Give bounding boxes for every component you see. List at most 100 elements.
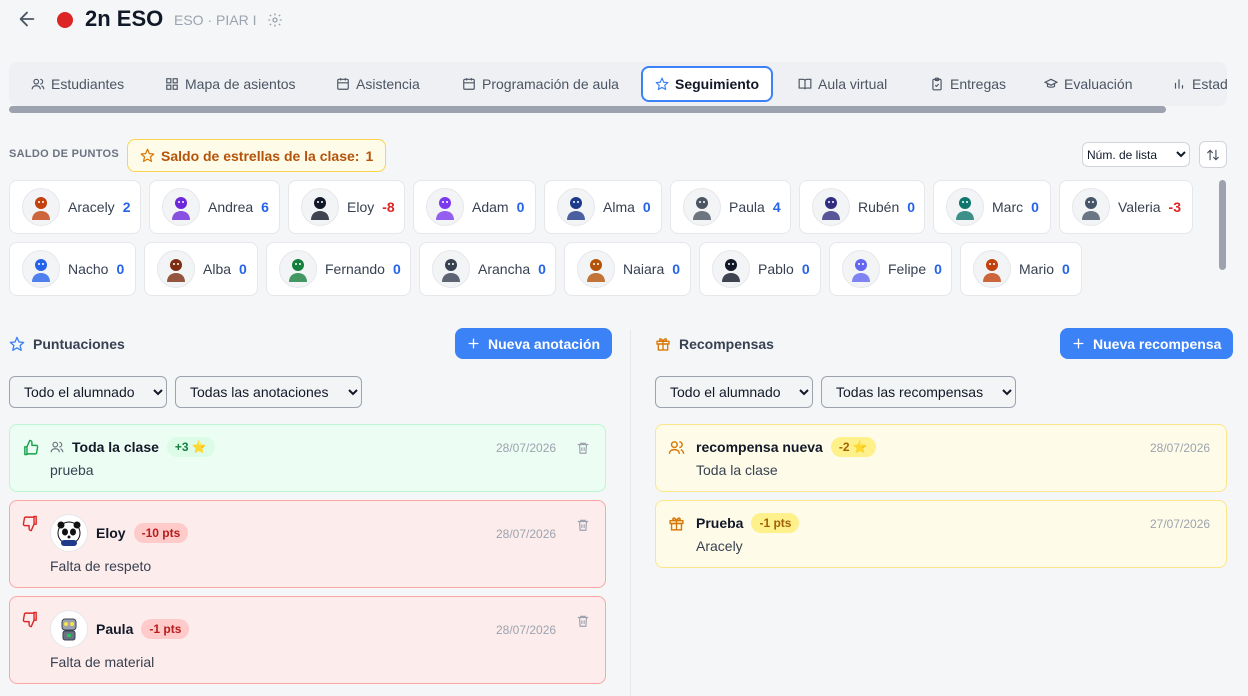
trash-icon[interactable]	[576, 441, 590, 455]
annotation-card[interactable]: Paula -1 pts 28/07/2026 Falta de materia…	[9, 596, 606, 684]
avatar	[683, 188, 721, 226]
button-label: Nueva recompensa	[1093, 335, 1222, 352]
character-avatar-icon	[693, 197, 711, 220]
sort-direction-button[interactable]	[1199, 141, 1227, 168]
student-chip[interactable]: Aracely 2	[9, 180, 141, 234]
character-avatar-icon	[32, 259, 50, 282]
tab-entregas[interactable]: Entregas	[926, 66, 1010, 102]
reward-name: recompensa nueva	[696, 439, 823, 455]
saldo-label: SALDO DE PUNTOS	[9, 148, 120, 160]
avatar	[50, 514, 88, 552]
trash-icon[interactable]	[576, 614, 590, 628]
tab-estudiantes[interactable]: Estudiantes	[27, 66, 128, 102]
student-chip[interactable]: Adam 0	[413, 180, 536, 234]
page-header: 2n ESO ESO · PIAR I	[0, 0, 1248, 40]
gear-icon[interactable]	[267, 12, 283, 28]
student-points: 0	[801, 261, 810, 277]
tab-aula-virtual[interactable]: Aula virtual	[794, 66, 891, 102]
annotation-date: 28/07/2026	[496, 527, 557, 541]
student-chip[interactable]: Valeria -3	[1059, 180, 1193, 234]
users-icon	[50, 441, 64, 453]
student-name: Adam	[472, 199, 509, 215]
class-stars-label: Saldo de estrellas de la clase:	[161, 147, 360, 164]
sort-select[interactable]: Núm. de lista	[1082, 142, 1190, 167]
student-chip[interactable]: Felipe 0	[829, 242, 952, 296]
points-pill: -1 pts	[141, 619, 190, 639]
student-name: Naiara	[623, 261, 665, 277]
annotation-card[interactable]: Toda la clase +3 ⭐ 28/07/2026 prueba	[9, 424, 606, 492]
student-points: 0	[934, 261, 942, 277]
tab-asistencia[interactable]: Asistencia	[332, 66, 424, 102]
trash-icon[interactable]	[576, 518, 590, 532]
character-avatar-icon	[311, 197, 329, 220]
tab-seguimiento[interactable]: Seguimiento	[641, 66, 774, 102]
student-chip[interactable]: Naiara 0	[564, 242, 691, 296]
student-name: Andrea	[208, 199, 254, 215]
rewards-student-filter[interactable]: Todo el alumnado	[655, 376, 813, 408]
back-arrow-icon[interactable]	[16, 8, 38, 30]
avatar	[22, 188, 60, 226]
reward-card[interactable]: Prueba -1 pts 27/07/2026 Aracely	[655, 500, 1227, 568]
rewards-type-filter[interactable]: Todas las recompensas	[821, 376, 1016, 408]
student-points: 0	[672, 261, 681, 277]
reward-card[interactable]: recompensa nueva -2 ⭐ 28/07/2026 Toda la…	[655, 424, 1227, 492]
avatar	[50, 610, 88, 648]
character-avatar-icon	[442, 259, 460, 282]
tab-label: Seguimiento	[675, 76, 760, 92]
avatar	[279, 250, 317, 288]
new-reward-button[interactable]: Nueva recompensa	[1060, 328, 1234, 359]
student-chip[interactable]: Fernando 0	[266, 242, 411, 296]
avatar	[577, 250, 615, 288]
student-points: 0	[642, 199, 651, 215]
sort-arrows-icon	[1207, 149, 1219, 160]
grid-icon	[166, 78, 178, 90]
student-points: 0	[1031, 199, 1039, 215]
student-chip[interactable]: Eloy -8	[288, 180, 405, 234]
student-chip[interactable]: Arancha 0	[419, 242, 556, 296]
annotations-student-filter[interactable]: Todo el alumnado	[9, 376, 167, 408]
student-points: -8	[382, 199, 395, 215]
tab-label: Programación de aula	[482, 76, 619, 92]
student-chip[interactable]: Paula 4	[670, 180, 791, 234]
student-name: Paula	[729, 199, 765, 215]
student-name: Pablo	[758, 261, 794, 277]
student-name: Aracely	[68, 199, 115, 215]
book-icon	[798, 78, 812, 90]
student-chip[interactable]: Alba 0	[144, 242, 258, 296]
gift-icon	[656, 338, 670, 351]
new-annotation-button[interactable]: Nueva anotación	[455, 328, 613, 359]
tab-label: Mapa de asientos	[185, 76, 296, 92]
student-chip[interactable]: Rubén 0	[799, 180, 925, 234]
reward-title: recompensa nueva -2 ⭐	[696, 437, 876, 457]
student-chip[interactable]: Pablo 0	[699, 242, 821, 296]
student-chip[interactable]: Andrea 6	[149, 180, 280, 234]
character-avatar-icon	[822, 197, 840, 220]
thumbs-down-icon	[22, 611, 37, 628]
annotation-description: Falta de respeto	[50, 558, 152, 574]
character-avatar-icon	[436, 197, 454, 220]
student-chip[interactable]: Marc 0	[933, 180, 1051, 234]
tab-evaluacion[interactable]: Evaluación	[1040, 66, 1137, 102]
tab-estadisticas[interactable]: Estad	[1168, 66, 1227, 102]
student-name: Eloy	[347, 199, 375, 215]
tab-programacion-de-aula[interactable]: Programación de aula	[458, 66, 623, 102]
annotation-card[interactable]: Eloy -10 pts 28/07/2026 Falta de respeto	[9, 500, 606, 588]
student-chip[interactable]: Nacho 0	[9, 242, 136, 296]
student-name: Mario	[1019, 261, 1055, 277]
chips-scrollbar[interactable]	[1219, 180, 1226, 270]
avatar	[162, 188, 200, 226]
tabs-scrollbar[interactable]	[9, 106, 1166, 113]
annotations-type-filter[interactable]: Todas las anotaciones	[175, 376, 362, 408]
tab-label: Estudiantes	[51, 76, 125, 92]
student-chip[interactable]: Alma 0	[544, 180, 662, 234]
calendar-icon	[337, 78, 349, 90]
character-avatar-icon	[983, 259, 1001, 282]
points-pill: +3 ⭐	[166, 437, 215, 457]
student-chip[interactable]: Mario 0	[960, 242, 1082, 296]
star-icon	[9, 336, 25, 351]
student-points: 0	[907, 199, 916, 215]
student-chips: Aracely 2 Andrea 6 Eloy -8 Adam 0 Alma 0 Paula 4 Rub…	[9, 180, 1209, 308]
class-color-dot	[57, 12, 73, 28]
tab-mapa-de-asientos[interactable]: Mapa de asientos	[161, 66, 300, 102]
star-icon	[655, 77, 669, 91]
